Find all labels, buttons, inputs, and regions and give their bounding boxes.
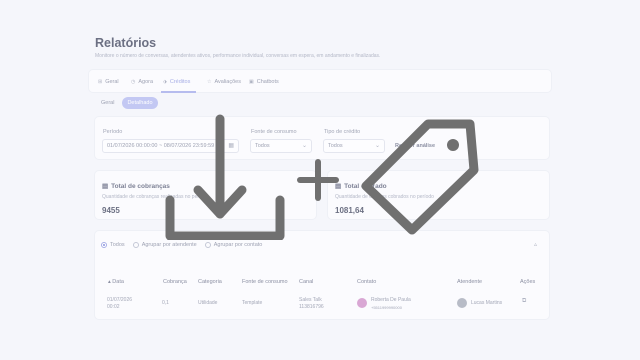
subtabs: Geral Detalhado	[96, 97, 158, 109]
column-header-date[interactable]: ▴ Data	[108, 279, 124, 285]
column-header-agent: Atendente	[457, 279, 483, 285]
tab-geral[interactable]: ⊞ Geral	[98, 79, 119, 85]
tab-chatbots[interactable]: ▣ Chatbots	[249, 79, 279, 85]
column-header-category: Categoria	[198, 279, 222, 285]
clock-icon: ◷	[131, 79, 136, 85]
period-label: Período	[103, 129, 123, 135]
radio-by-contact[interactable]: Agrupar por contato	[204, 242, 262, 248]
radio-by-agent[interactable]: Agrupar por atendente	[132, 242, 197, 248]
agent-avatar	[457, 298, 467, 308]
tab-agora[interactable]: ◷ Agora	[131, 79, 153, 85]
column-header-contact: Contato	[357, 279, 377, 285]
tag-icon	[361, 119, 479, 235]
grouping-radios: Todos Agrupar por atendente Agrupar por …	[101, 242, 262, 248]
chevron-down-icon: ⌄	[301, 143, 307, 149]
tag-icon: ⬗	[163, 79, 167, 85]
collapse-icon[interactable]: ▵	[534, 241, 537, 248]
grid-icon: ⊞	[98, 79, 103, 85]
column-header-channel: Canal	[299, 279, 314, 285]
download-icon	[165, 114, 285, 240]
sort-icon: ▴	[108, 279, 111, 285]
stat-value: 9455	[102, 206, 120, 215]
document-icon: ▤	[102, 183, 109, 190]
active-tab-indicator	[161, 91, 196, 93]
open-external-icon[interactable]: ⧉	[522, 298, 526, 305]
column-header-source: Fonte de consumo	[242, 279, 288, 285]
plus-icon	[297, 159, 339, 201]
column-header-charge: Cobrança	[163, 279, 187, 285]
tab-avaliacoes[interactable]: ☆ Avaliações	[207, 79, 241, 85]
radio-todos[interactable]: Todos	[101, 242, 125, 248]
subtab-detalhado[interactable]: Detalhado	[122, 97, 158, 109]
details-table-card: Todos Agrupar por atendente Agrupar por …	[94, 230, 550, 320]
tabs-bar: ⊞ Geral ◷ Agora ⬗ Créditos ☆ Avaliações ▣ Cha…	[88, 69, 552, 93]
column-header-actions: Ações	[520, 279, 536, 285]
contact-avatar	[357, 298, 367, 308]
page-subtitle: Monitore o número de conversas, atendent…	[95, 53, 381, 59]
page-title: Relatórios	[95, 36, 157, 50]
star-icon: ☆	[207, 79, 212, 85]
tab-creditos[interactable]: ⬗ Créditos	[163, 79, 190, 85]
subtab-geral[interactable]: Geral	[96, 97, 119, 109]
bot-icon: ▣	[249, 79, 254, 85]
